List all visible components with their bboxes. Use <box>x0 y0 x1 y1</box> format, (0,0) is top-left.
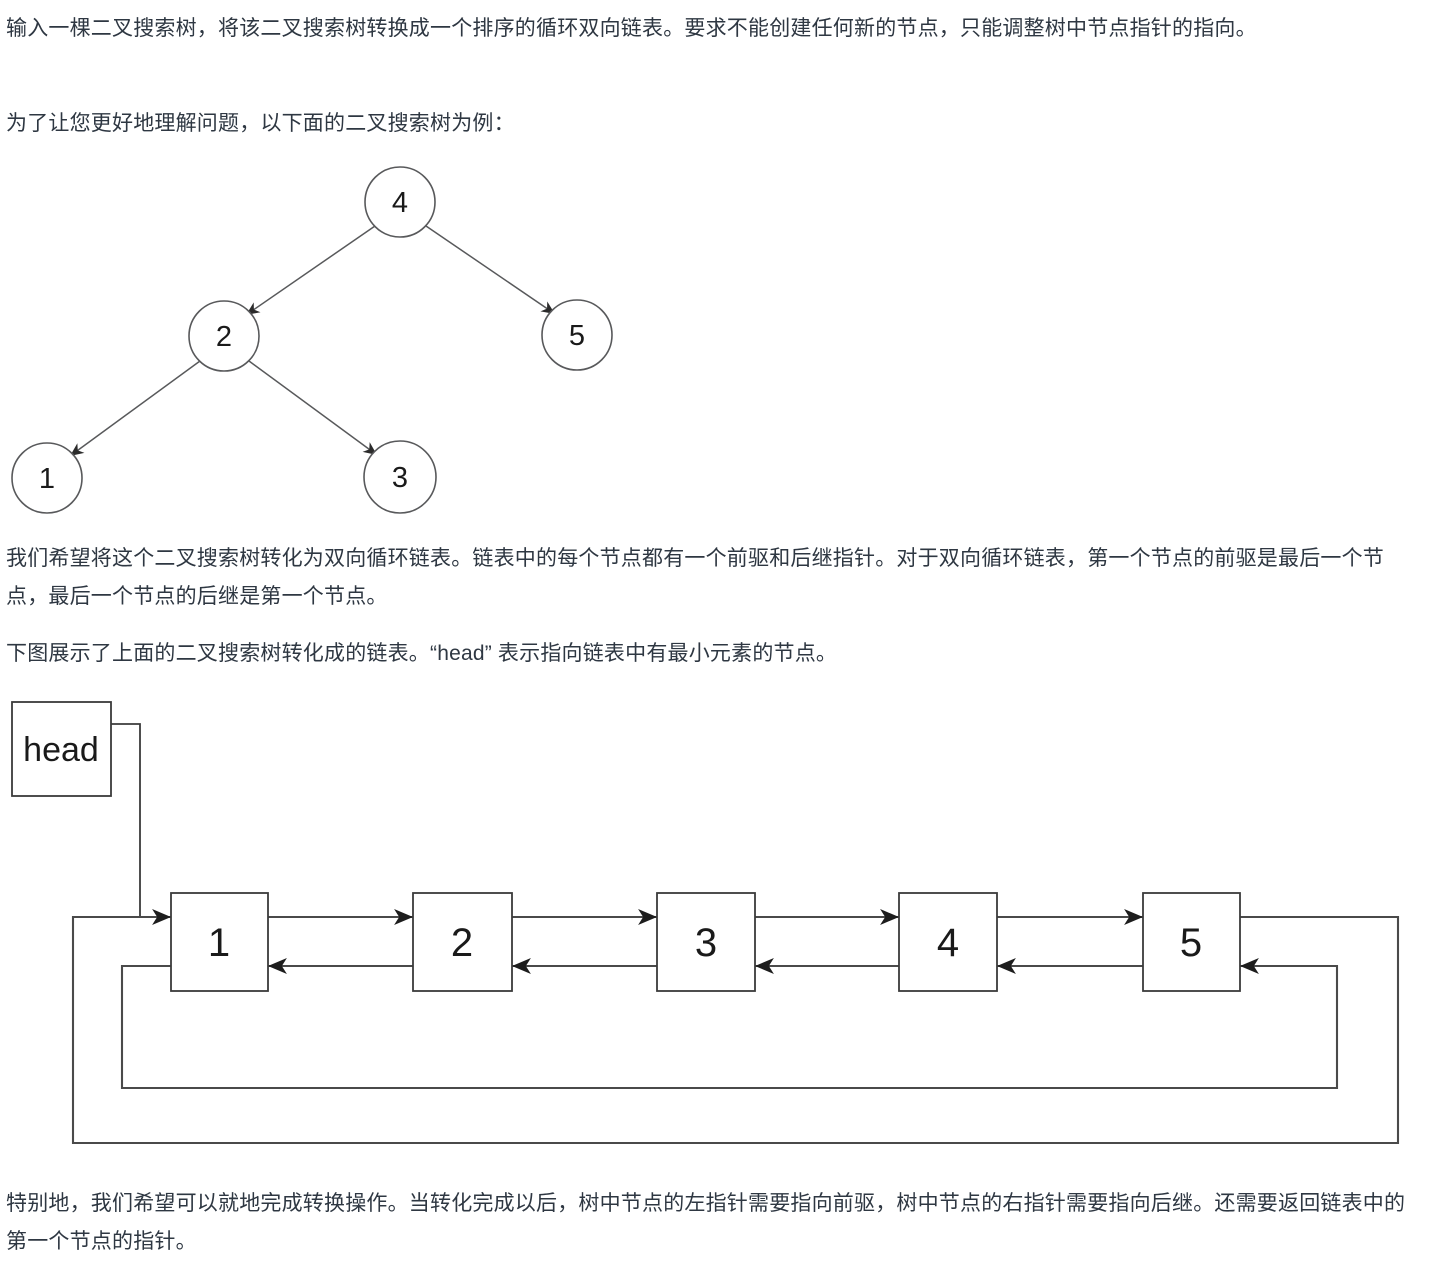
list-node-label: 3 <box>695 921 717 965</box>
head-pointer-box: head <box>11 701 112 797</box>
tree-node-4: 4 <box>364 166 436 238</box>
head-box-label: head <box>23 731 99 769</box>
list-node-3: 3 <box>656 892 756 992</box>
paragraph-example-intro: 为了让您更好地理解问题，以下面的二叉搜索树为例： <box>6 112 515 135</box>
tree-node-5: 5 <box>541 299 613 371</box>
tree-node-1: 1 <box>11 442 83 514</box>
tree-node-label: 2 <box>216 321 232 353</box>
tree-node-label: 3 <box>392 462 408 494</box>
doubly-linked-list-diagram: head 1 2 3 4 5 <box>0 690 1438 1170</box>
document-page: 输入一棵二叉搜索树，将该二叉搜索树转换成一个排序的循环双向链表。要求不能创建任何… <box>0 0 1438 1262</box>
tree-node-3: 3 <box>363 440 437 514</box>
list-node-label: 5 <box>1180 921 1202 965</box>
list-node-4: 4 <box>898 892 998 992</box>
tree-node-label: 4 <box>392 187 408 219</box>
list-node-5: 5 <box>1142 892 1241 992</box>
paragraph-head-explanation: 下图展示了上面的二叉搜索树转化成的链表。“head” 表示指向链表中有最小元素的… <box>6 642 838 665</box>
list-node-label: 1 <box>208 921 230 965</box>
tree-edges <box>69 225 556 457</box>
list-node-label: 2 <box>451 921 473 965</box>
tree-edge-2-to-1 <box>69 360 201 457</box>
paragraph-problem-statement: 输入一棵二叉搜索树，将该二叉搜索树转换成一个排序的循环双向链表。要求不能创建任何… <box>6 17 1257 40</box>
list-node-label: 4 <box>937 921 959 965</box>
tree-edge-4-to-2 <box>245 225 376 316</box>
binary-search-tree-diagram: 4 2 5 1 3 <box>0 150 700 530</box>
paragraph-doubly-linked-list-explanation: 我们希望将这个二叉搜索树转化为双向循环链表。链表中的每个节点都有一个前驱和后继指… <box>6 547 1384 608</box>
tree-node-label: 1 <box>39 463 55 495</box>
list-node-2: 2 <box>412 892 513 992</box>
tree-node-2: 2 <box>188 300 260 372</box>
tree-edge-4-to-5 <box>425 225 556 315</box>
tree-node-label: 5 <box>569 320 585 352</box>
paragraph-in-place-requirement: 特别地，我们希望可以就地完成转换操作。当转化完成以后，树中节点的左指针需要指向前… <box>6 1192 1406 1253</box>
head-connector-line <box>111 723 141 917</box>
list-node-1: 1 <box>170 892 269 992</box>
tree-edge-2-to-3 <box>248 360 378 456</box>
